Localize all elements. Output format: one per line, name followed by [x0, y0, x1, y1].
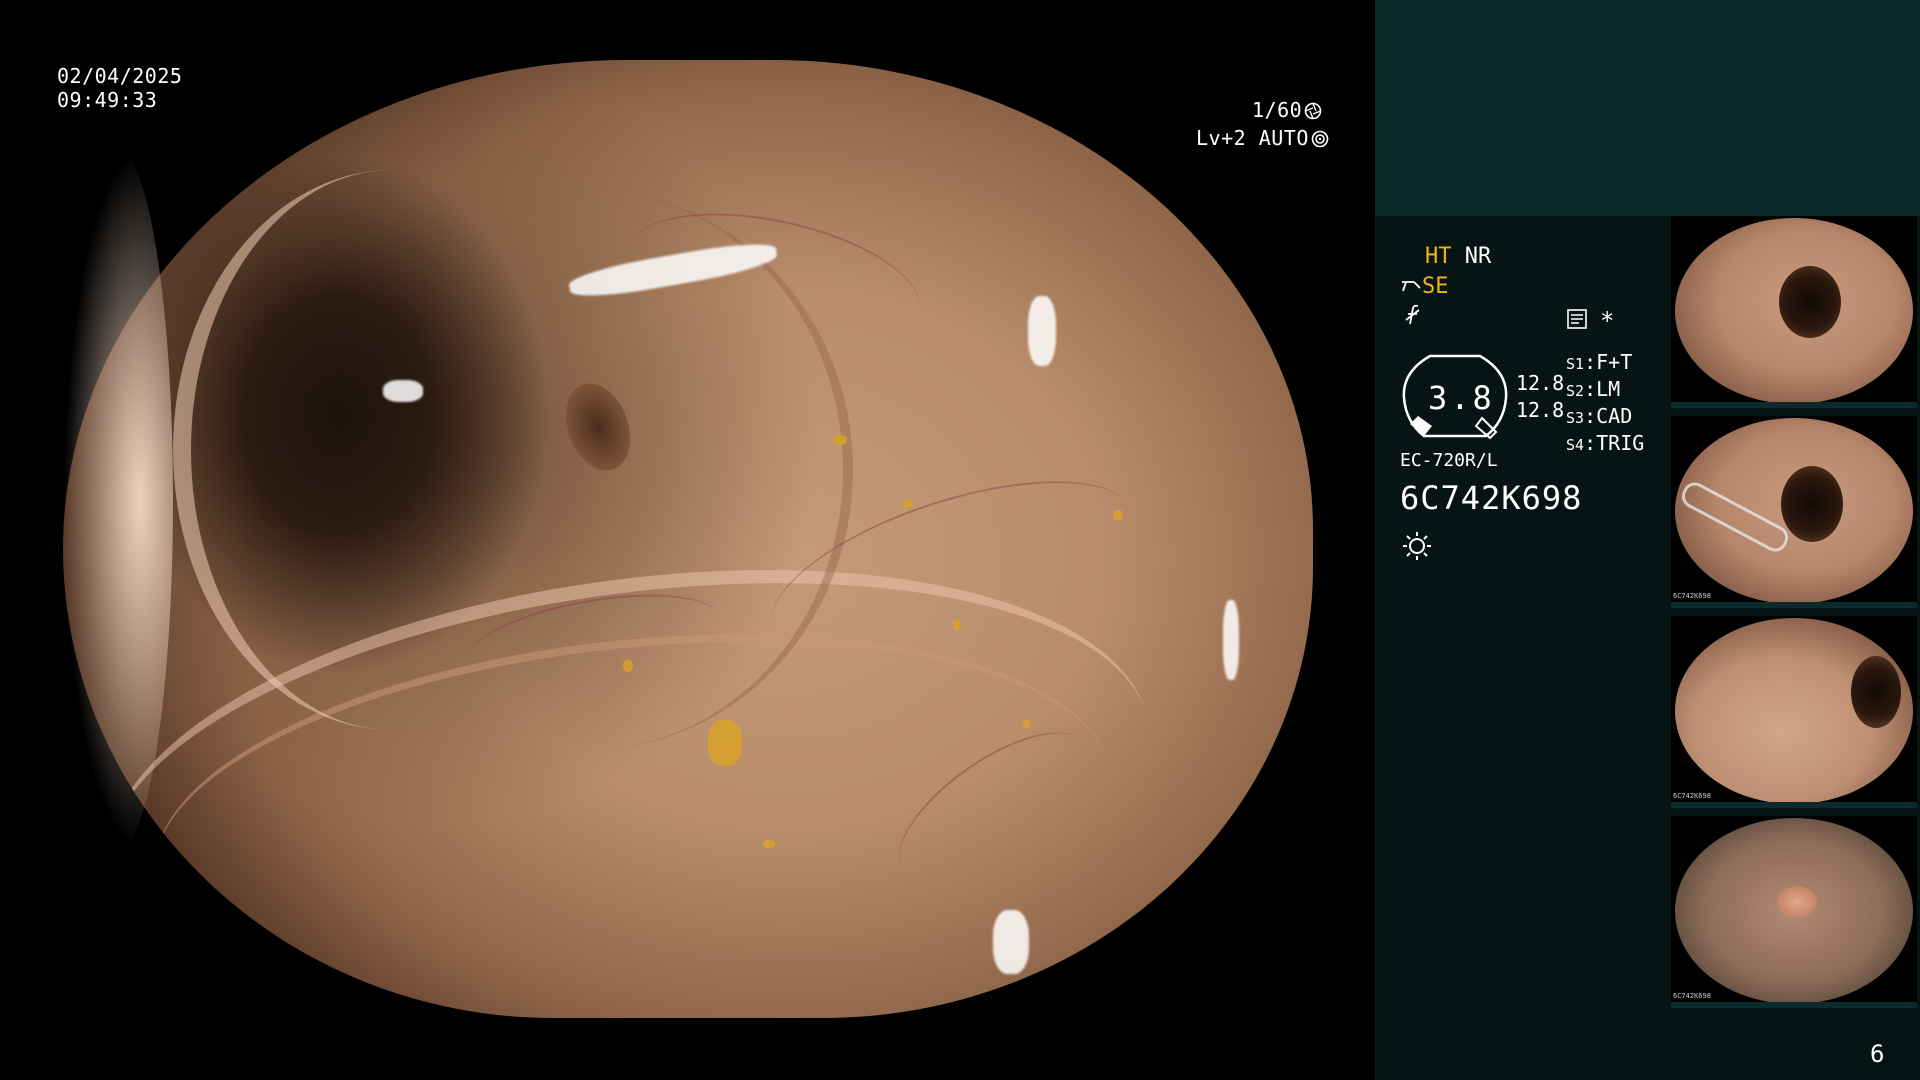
switch-key: S3: [1566, 409, 1585, 427]
exposure-mode: AUTO: [1258, 126, 1309, 150]
lumen: [1779, 266, 1841, 338]
lumen: [1781, 466, 1843, 542]
thumbnail-serial: 6C742K698: [1673, 792, 1711, 800]
f-status: [1403, 304, 1423, 333]
se-status: SE: [1400, 274, 1449, 300]
capture-thumbnail-1[interactable]: [1671, 216, 1917, 408]
reading-b: 12.8: [1516, 398, 1565, 422]
nr-indicator: NR: [1464, 244, 1492, 269]
exposure-readout: Lv+2 AUTO: [1196, 126, 1329, 151]
debris-speck: [763, 840, 775, 848]
light-reflection: [993, 910, 1029, 974]
scope-serial: 6C742K698: [1400, 479, 1583, 517]
ht-indicator: HT: [1425, 244, 1452, 269]
auto-target-icon: [1311, 130, 1329, 148]
switch-item: S4:TRIG: [1566, 431, 1645, 455]
probe-icon: [1402, 281, 1421, 292]
thumbnail-bar: [1671, 802, 1917, 808]
switch-assignments: S1:F+T S2:LM S3:CAD S4:TRIG: [1566, 350, 1644, 458]
switch-key: S4: [1566, 436, 1585, 454]
debris-speck: [953, 620, 961, 630]
time-readout: 09:49:33: [57, 88, 158, 112]
endoscopy-screen: 02/04/2025 09:49:33 1/60 Lv+2 AUTO HT NR…: [0, 0, 1920, 1080]
switch-label: TRIG: [1596, 431, 1645, 455]
shutter-value: 1/60: [1252, 98, 1303, 122]
debris-speck: [903, 500, 913, 508]
debris-speck: [623, 660, 633, 672]
switch-label: CAD: [1596, 404, 1633, 428]
debris-speck: [708, 720, 742, 766]
switch-item: S1:F+T: [1566, 350, 1633, 374]
switch-label: F+T: [1596, 350, 1633, 374]
switch-label: LM: [1596, 377, 1621, 401]
info-panel-header: [1375, 0, 1920, 216]
light-reflection: [1223, 600, 1239, 680]
capture-thumbnail-4[interactable]: 6C742K698: [1671, 816, 1917, 1008]
enhancement-status: HT NR: [1425, 244, 1491, 270]
aperture-icon: [1304, 102, 1322, 120]
thumbnail-serial: 6C742K698: [1673, 592, 1711, 600]
brightness-icon: [1403, 532, 1431, 560]
level-value: Lv+2: [1196, 126, 1247, 150]
switch-key: S1: [1566, 355, 1585, 373]
thumbnail-bar: [1671, 1002, 1917, 1008]
light-reflection: [383, 380, 423, 402]
light-reflection: [1028, 296, 1056, 366]
mucosa-highlight: [63, 150, 173, 850]
asterisk-indicator: *: [1600, 307, 1615, 335]
slashed-f-icon: [1405, 304, 1420, 325]
scope-model: EC-720R/L: [1400, 450, 1498, 471]
polyp: [1777, 886, 1817, 918]
date-readout: 02/04/2025: [57, 64, 183, 88]
thumbnail-serial: 6C742K698: [1673, 992, 1711, 1000]
page-number: 6: [1870, 1040, 1885, 1068]
capture-thumbnail-3[interactable]: 6C742K698: [1671, 616, 1917, 808]
debris-speck: [833, 435, 847, 445]
memo-icon: [1567, 309, 1587, 329]
debris-speck: [1023, 720, 1031, 728]
switch-item: S3:CAD: [1566, 404, 1633, 428]
switch-item: S2:LM: [1566, 377, 1621, 401]
thumbnail-bar: [1671, 402, 1917, 408]
switch-key: S2: [1566, 382, 1585, 400]
endoscope-live-view: [63, 60, 1313, 1018]
thumbnail-bar: [1671, 602, 1917, 608]
gauge-value: 3.8: [1428, 379, 1495, 417]
shutter-speed: 1/60: [1252, 98, 1322, 123]
debris-speck: [1113, 510, 1123, 520]
reading-a: 12.8: [1516, 371, 1565, 395]
capture-thumbnail-2[interactable]: 6C742K698: [1671, 416, 1917, 608]
lumen: [1851, 656, 1901, 728]
se-indicator: SE: [1422, 274, 1449, 299]
